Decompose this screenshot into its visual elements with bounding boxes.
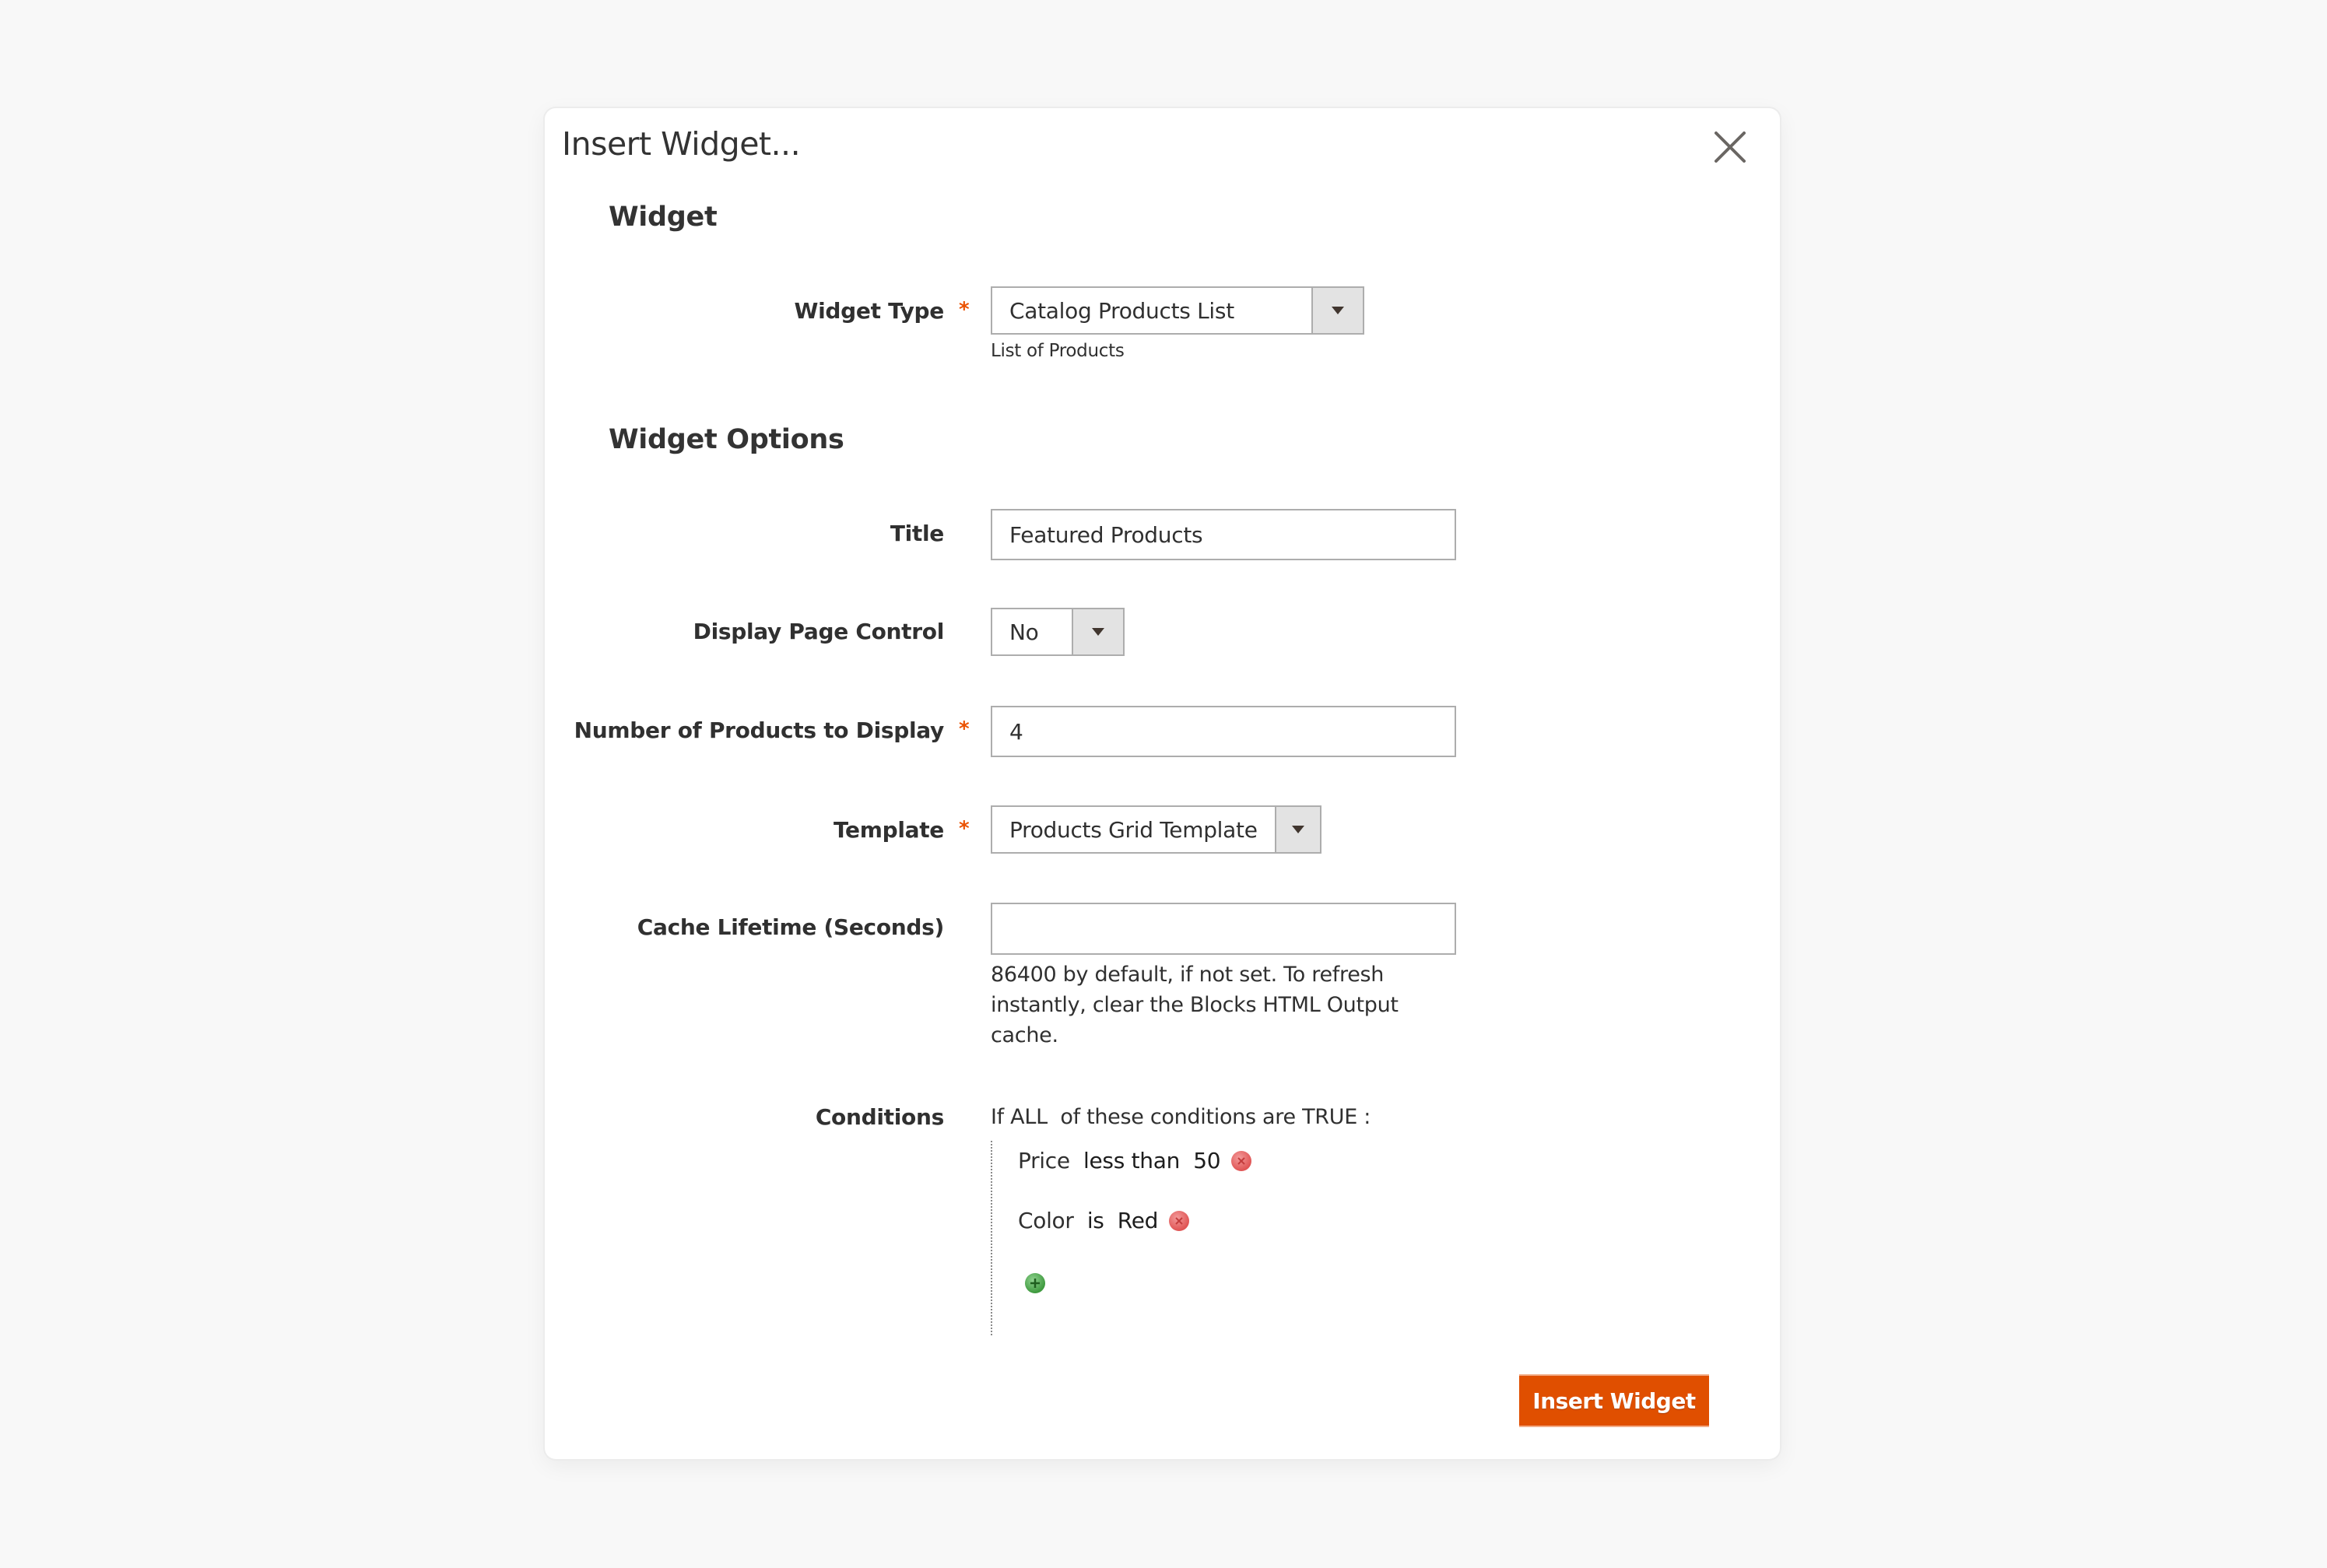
widget-type-value: Catalog Products List [1009,297,1234,324]
widget-type-select[interactable]: Catalog Products List [991,286,1364,335]
add-condition [1025,1273,1045,1293]
template-label: Template [833,817,944,843]
condition-item: Price less than 50 [1018,1148,1252,1173]
conditions-aggregator[interactable]: ALL [1010,1105,1048,1129]
remove-icon[interactable] [1231,1150,1252,1171]
conditions-prefix: If [991,1105,1011,1129]
condition-item: Color is Red [1018,1208,1190,1233]
required-star: * [959,717,970,741]
section-title-widget-options: Widget Options [609,424,844,455]
dropdown-arrow [1311,288,1363,333]
conditions-label: Conditions [815,1104,944,1130]
number-of-products-field [991,706,1456,757]
remove-icon[interactable] [1169,1210,1190,1231]
modal-title: Insert Widget... [562,125,801,163]
dropdown-arrow [1072,609,1123,654]
widget-type-label: Widget Type [794,298,945,324]
conditions-value[interactable]: TRUE [1302,1105,1357,1129]
widget-type-field: Catalog Products List List of Products [991,286,1364,361]
title-field [991,509,1456,560]
insert-widget-modal: Insert Widget... Widget Widget Type * Ca… [545,108,1780,1459]
chevron-down-icon [1092,628,1104,636]
chevron-down-icon [1332,307,1344,314]
template-field: Products Grid Template [991,805,1321,854]
required-star: * [959,817,970,840]
number-of-products-label: Number of Products to Display [574,717,945,743]
title-label: Title [890,521,944,546]
number-of-products-input[interactable] [991,706,1456,757]
display-page-control-field: No [991,608,1125,656]
display-page-control-value: No [1009,619,1039,645]
chevron-down-icon [1291,826,1304,833]
dropdown-arrow [1274,807,1320,852]
cache-lifetime-field: 86400 by default, if not set. To refresh… [991,903,1456,1051]
title-input[interactable] [991,509,1456,560]
cache-lifetime-note: 86400 by default, if not set. To refresh… [991,963,1399,1047]
required-star: * [959,298,970,321]
condition-attribute[interactable]: Color [1018,1208,1074,1233]
cache-lifetime-label: Cache Lifetime (Seconds) [637,914,945,940]
cache-lifetime-input[interactable] [991,903,1456,955]
add-icon[interactable] [1025,1273,1045,1293]
section-title-widget: Widget [609,202,718,233]
display-page-control-select[interactable]: No [991,608,1125,656]
widget-type-note: List of Products [991,341,1125,361]
close-icon [1715,132,1746,163]
insert-widget-button[interactable]: Insert Widget [1519,1374,1709,1427]
condition-value[interactable]: 50 [1193,1148,1220,1173]
condition-attribute[interactable]: Price [1018,1148,1070,1173]
display-page-control-label: Display Page Control [693,619,945,644]
conditions-header: If ALL of these conditions are TRUE : [991,1105,1371,1129]
condition-operator[interactable]: is [1087,1208,1104,1233]
conditions-suffix: : [1357,1105,1371,1129]
conditions-middle: of these conditions are [1047,1105,1303,1129]
conditions-tree-line [991,1141,994,1335]
template-select[interactable]: Products Grid Template [991,805,1321,854]
condition-value[interactable]: Red [1118,1208,1159,1233]
close-button[interactable] [1708,125,1752,169]
template-value: Products Grid Template [1009,816,1258,843]
condition-operator[interactable]: less than [1083,1148,1180,1173]
